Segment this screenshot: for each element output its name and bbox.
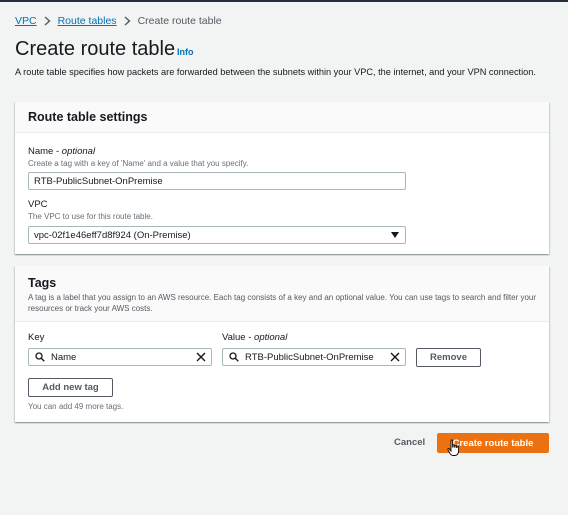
- tags-panel-title: Tags: [28, 276, 57, 290]
- name-optional-text: optional: [61, 146, 96, 157]
- tag-key-value: Name: [51, 351, 77, 363]
- add-new-tag-button[interactable]: Add new tag: [28, 378, 113, 397]
- value-column-label: Value - optional: [222, 332, 288, 343]
- key-column-label: Key: [28, 332, 45, 343]
- breadcrumb-route-tables-link[interactable]: Route tables: [58, 15, 117, 27]
- clear-icon[interactable]: [390, 352, 400, 362]
- tag-key-input[interactable]: Name: [28, 348, 212, 366]
- vpc-select-value: vpc-02f1e46eff7d8f924 (On-Premise): [34, 229, 191, 241]
- breadcrumb-current: Create route table: [137, 15, 222, 27]
- page-description: A route table specifies how packets are …: [15, 67, 536, 77]
- value-optional-text: optional: [254, 332, 288, 343]
- route-table-settings-panel: Route table settings Name - optional Cre…: [15, 102, 549, 254]
- value-label-text: Value: [222, 332, 246, 343]
- name-field-label: Name - optional: [28, 146, 96, 157]
- info-link[interactable]: Info: [177, 47, 194, 57]
- tag-value-value: RTB-PublicSubnet-OnPremise: [245, 351, 374, 363]
- top-bar: [0, 0, 568, 2]
- tags-panel: Tags A tag is a label that you assign to…: [15, 266, 549, 422]
- tags-description: A tag is a label that you assign to an A…: [28, 293, 537, 313]
- vpc-field-description: The VPC to use for this route table.: [28, 212, 153, 221]
- settings-panel-header: Route table settings: [15, 102, 549, 133]
- clear-icon[interactable]: [196, 352, 206, 362]
- tag-value-input[interactable]: RTB-PublicSubnet-OnPremise: [222, 348, 406, 366]
- breadcrumb: VPC Route tables Create route table: [15, 14, 222, 28]
- chevron-right-icon: [124, 16, 131, 26]
- search-icon: [35, 352, 45, 362]
- name-input[interactable]: [28, 172, 406, 190]
- name-field-description: Create a tag with a key of 'Name' and a …: [28, 159, 249, 168]
- search-icon: [229, 352, 239, 362]
- tag-limit-text: You can add 49 more tags.: [28, 402, 124, 411]
- settings-panel-title: Route table settings: [28, 110, 148, 124]
- vpc-field-label: VPC: [28, 199, 48, 210]
- tags-panel-header: Tags A tag is a label that you assign to…: [15, 266, 549, 322]
- caret-down-icon: [391, 232, 399, 238]
- cursor-icon: [447, 439, 460, 456]
- remove-tag-button[interactable]: Remove: [416, 348, 481, 367]
- vpc-select[interactable]: vpc-02f1e46eff7d8f924 (On-Premise): [28, 226, 406, 244]
- page-title: Create route table: [15, 38, 176, 60]
- breadcrumb-vpc-link[interactable]: VPC: [15, 15, 37, 27]
- cancel-button[interactable]: Cancel: [394, 437, 425, 448]
- chevron-right-icon: [44, 16, 51, 26]
- name-label-text: Name: [28, 146, 54, 157]
